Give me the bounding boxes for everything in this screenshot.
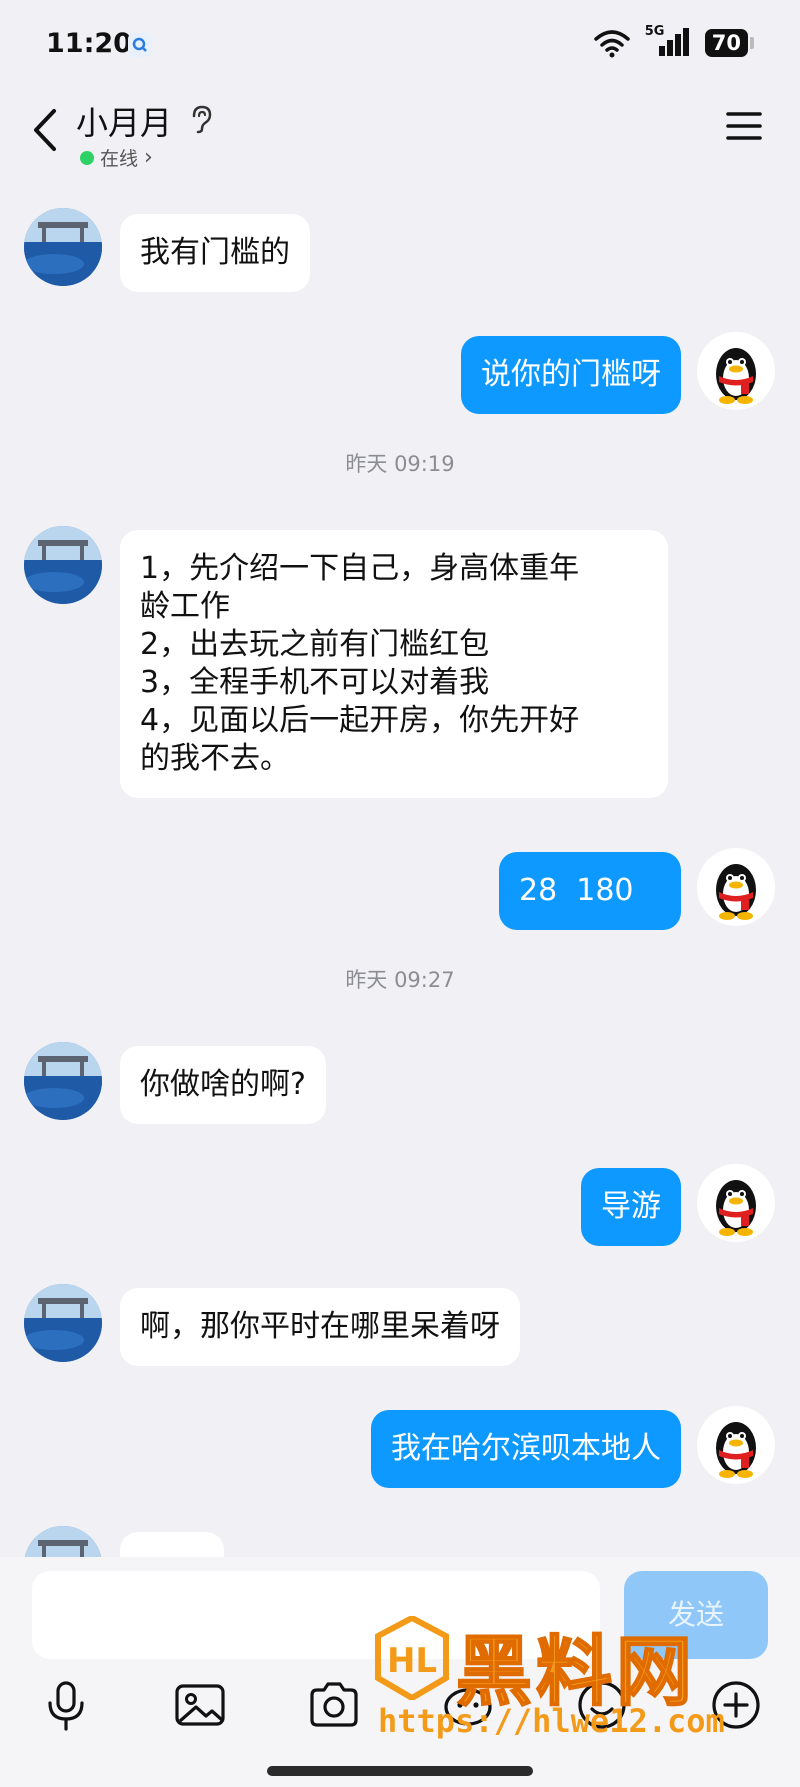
status-indicators: 5G 70 [593, 24, 754, 58]
message-bubble[interactable]: 我有门槛的 [120, 214, 310, 292]
svg-text:HL: HL [387, 1641, 437, 1681]
message-bubble[interactable]: 说你的门槛呀 [461, 336, 681, 414]
contact-name[interactable]: 小月月 [76, 98, 172, 144]
chat-header: 小月月 在线 › [0, 90, 800, 180]
battery-icon: 70 [704, 29, 754, 57]
my-avatar[interactable] [697, 1164, 775, 1242]
signal-icon: 5G [645, 24, 691, 58]
message-line: 2，出去玩之前有门槛红包 [140, 627, 490, 662]
my-avatar[interactable] [697, 332, 775, 410]
contact-avatar[interactable] [24, 1042, 102, 1120]
message-bubble[interactable]: 你做啥的啊? [120, 1046, 326, 1124]
status-time: 11:20 [46, 28, 132, 59]
message-line: 的我不去。 [140, 741, 290, 776]
contact-avatar[interactable] [24, 1284, 102, 1362]
home-indicator[interactable] [267, 1766, 533, 1776]
menu-icon[interactable] [726, 110, 762, 142]
online-dot-icon [80, 150, 94, 165]
watermark: HL 黑料网 https://hlwe12.com [368, 1610, 778, 1760]
online-status[interactable]: 在线 › [80, 144, 153, 171]
message-bubble[interactable]: 我在哈尔滨呗本地人 [371, 1410, 681, 1488]
mic-icon[interactable] [36, 1675, 96, 1735]
wifi-icon [594, 30, 630, 58]
message-line: 4，见面以后一起开房，你先开好 [140, 703, 580, 738]
message-bubble[interactable]: 导游 [581, 1168, 681, 1246]
message-bubble[interactable] [120, 1532, 224, 1557]
message-line: 龄工作 [140, 589, 230, 624]
contact-avatar[interactable] [24, 526, 102, 604]
message-bubble[interactable]: 28 180 [499, 852, 681, 930]
contact-avatar[interactable] [24, 1526, 102, 1557]
online-status-label: 在线 [100, 148, 139, 170]
image-icon[interactable] [170, 1675, 230, 1735]
camera-icon[interactable] [304, 1675, 364, 1735]
search-icon [128, 33, 152, 57]
timestamp: 昨天 09:27 [345, 968, 455, 992]
ear-icon[interactable] [188, 104, 214, 134]
back-arrow-icon[interactable] [26, 105, 66, 155]
message-line: 1，先介绍一下自己，身高体重年 [140, 551, 580, 586]
watermark-logo-icon: HL [375, 1616, 449, 1700]
message-bubble[interactable]: 啊，那你平时在哪里呆着呀 [120, 1288, 520, 1366]
message-line: 3，全程手机不可以对着我 [140, 665, 490, 700]
contact-avatar[interactable] [24, 208, 102, 286]
message-list[interactable]: 我有门槛的 说你的门槛呀 昨天 09:19 1，先介绍一下自己，身高体重年 龄工… [0, 180, 800, 1557]
my-avatar[interactable] [697, 1406, 775, 1484]
timestamp: 昨天 09:19 [345, 452, 455, 476]
watermark-url: https://hlwe12.com [378, 1702, 725, 1740]
chevron-right-icon: › [144, 145, 153, 170]
my-avatar[interactable] [697, 848, 775, 926]
status-bar: 11:20 5G 70 [0, 0, 800, 90]
message-bubble[interactable]: 1，先介绍一下自己，身高体重年 龄工作 2，出去玩之前有门槛红包 3，全程手机不… [120, 530, 668, 798]
